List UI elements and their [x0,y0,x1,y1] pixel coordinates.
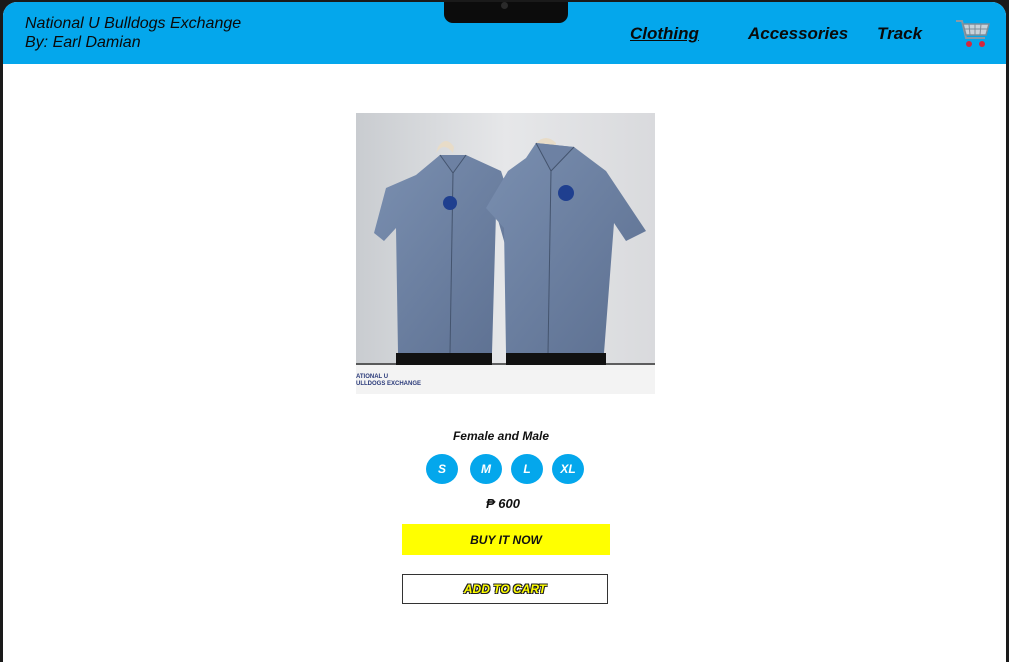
device-notch [444,2,568,23]
product-price: ₱ 600 [486,496,520,511]
image-caption-1: ATIONAL U [356,374,388,380]
shopping-cart-icon[interactable] [955,16,991,50]
brand: National U Bulldogs Exchange By: Earl Da… [25,14,241,52]
size-m-button[interactable]: M [470,454,502,484]
nav-clothing[interactable]: Clothing [630,24,699,44]
brand-author: By: Earl Damian [25,34,141,51]
camera-icon [501,2,508,9]
buy-now-button[interactable]: BUY IT NOW [402,524,610,555]
nav-accessories[interactable]: Accessories [748,24,848,44]
size-l-button[interactable]: L [511,454,543,484]
image-caption-2: ULLDOGS EXCHANGE [356,381,421,387]
app-window: National U Bulldogs Exchange By: Earl Da… [3,2,1006,662]
product-subtitle: Female and Male [452,429,550,443]
nav-track[interactable]: Track [877,24,922,44]
add-to-cart-button[interactable]: ADD TO CART [402,574,608,604]
product-image: ATIONAL U ULLDOGS EXCHANGE [356,113,655,394]
brand-title: National U Bulldogs Exchange [25,15,242,32]
size-s-button[interactable]: S [426,454,458,484]
size-xl-button[interactable]: XL [552,454,584,484]
